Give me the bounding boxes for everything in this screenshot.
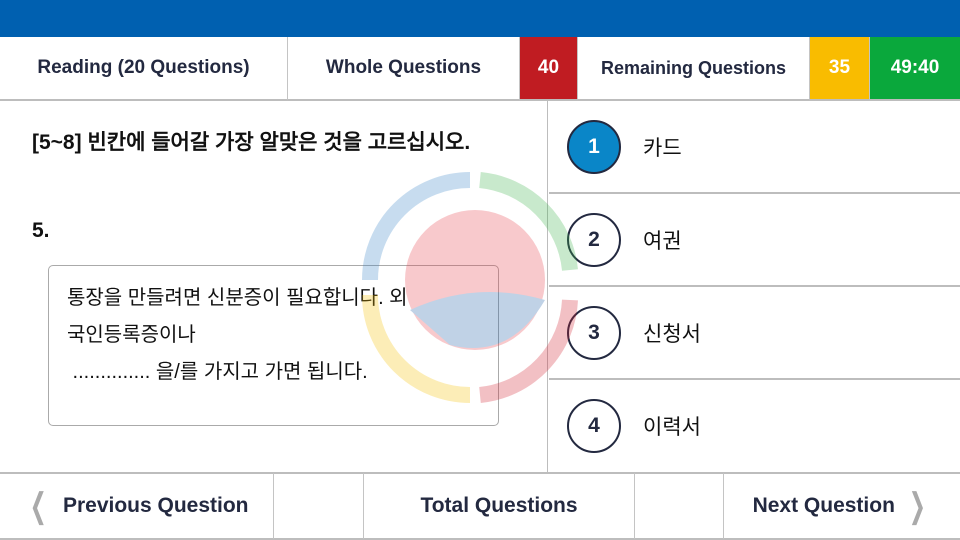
option-label: 이력서	[643, 416, 701, 439]
option-1[interactable]: 1 카드	[549, 101, 960, 194]
option-4[interactable]: 4 이력서	[549, 380, 960, 472]
option-number: 1	[567, 119, 621, 174]
previous-question-button[interactable]: ❮ Previous Question	[0, 472, 274, 540]
question-panel: [5~8] 빈칸에 들어갈 가장 알맞은 것을 고르십시오. 5. 통장을 만들…	[0, 101, 548, 472]
option-label: 여권	[643, 229, 682, 253]
option-3[interactable]: 3 신청서	[549, 287, 960, 380]
next-question-button[interactable]: Next Question ❯	[724, 472, 960, 540]
next-question-label: Next Question	[752, 494, 895, 517]
chevron-right-icon: ❯	[908, 487, 926, 525]
section-title: Reading (20 Questions)	[0, 37, 288, 101]
option-number: 3	[567, 305, 621, 360]
footer-spacer	[635, 472, 724, 540]
timer: 49:40	[870, 37, 960, 101]
question-instruction: [5~8] 빈칸에 들어갈 가장 알맞은 것을 고르십시오.	[32, 131, 471, 154]
passage-line: .............. 을/를 가지고 가면 됩니다.	[67, 361, 368, 383]
option-number: 2	[567, 212, 621, 267]
footer-spacer	[274, 472, 364, 540]
chevron-left-icon: ❮	[30, 487, 48, 525]
whole-questions-count: 40	[520, 37, 578, 101]
whole-questions-label: Whole Questions	[288, 37, 520, 101]
previous-question-label: Previous Question	[62, 494, 249, 517]
option-label: 카드	[643, 136, 682, 160]
option-number: 4	[567, 399, 621, 453]
total-questions-button[interactable]: Total Questions	[364, 472, 635, 540]
option-2[interactable]: 2 여권	[549, 194, 960, 287]
remaining-questions-count: 35	[810, 37, 870, 101]
remaining-questions-label: Remaining Questions	[578, 37, 810, 101]
passage-line: 국인등록증이나	[67, 324, 196, 346]
option-label: 신청서	[643, 322, 701, 346]
top-bar	[0, 0, 960, 37]
question-passage: 통장을 만들려면 신분증이 필요합니다. 외 국인등록증이나 .........…	[48, 265, 499, 426]
question-number: 5.	[32, 219, 50, 242]
passage-line: 통장을 만들려면 신분증이 필요합니다. 외	[67, 287, 408, 309]
